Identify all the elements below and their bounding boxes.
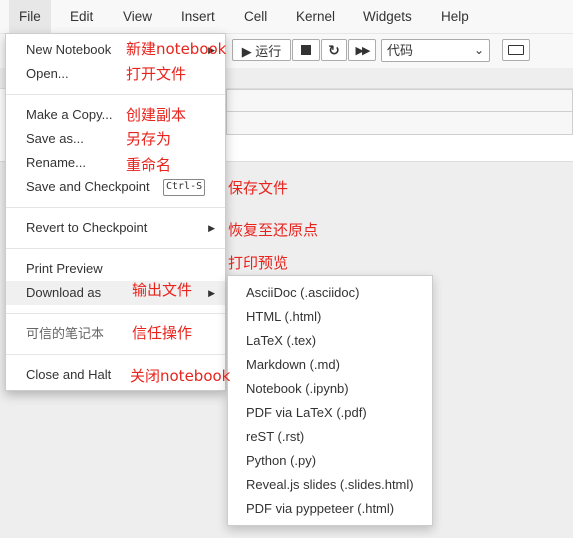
annotation-new-notebook: 新建notebook: [126, 40, 227, 58]
annotation-save-as: 另存为: [126, 130, 172, 148]
download-slides-label: Reveal.js slides (.slides.html): [246, 477, 414, 492]
stop-button[interactable]: [292, 39, 320, 61]
revert-checkpoint-label: Revert to Checkpoint: [26, 220, 148, 235]
download-as-item[interactable]: Download as ▶: [6, 281, 225, 305]
menu-edit[interactable]: Edit: [60, 0, 103, 33]
chevron-right-icon: ▶: [208, 223, 215, 233]
print-preview-item[interactable]: Print Preview: [6, 257, 225, 281]
annotation-print-preview: 打印预览: [228, 254, 289, 272]
trust-notebook-label: 可信的笔记本: [26, 326, 105, 341]
download-latex-label: LaTeX (.tex): [246, 333, 317, 348]
new-notebook-label: New Notebook: [26, 42, 112, 57]
annotation-rename: 重命名: [126, 156, 172, 174]
restart-icon: ↻: [328, 41, 340, 58]
chevron-right-icon: ▶: [208, 288, 215, 298]
menu-view[interactable]: View: [113, 0, 162, 33]
annotation-download: 输出文件: [132, 281, 193, 299]
download-slides-item[interactable]: Reveal.js slides (.slides.html): [228, 473, 432, 497]
revert-checkpoint-item[interactable]: Revert to Checkpoint ▶: [6, 216, 225, 240]
menu-widgets[interactable]: Widgets: [353, 0, 422, 33]
print-preview-label: Print Preview: [26, 261, 103, 276]
annotation-save: 保存文件: [228, 179, 289, 197]
menu-cell[interactable]: Cell: [234, 0, 277, 33]
menu-help[interactable]: Help: [431, 0, 479, 33]
make-copy-label: Make a Copy...: [26, 107, 113, 122]
annotation-make-copy: 创建副本: [126, 106, 187, 124]
download-python-label: Python (.py): [246, 453, 317, 468]
download-rest-item[interactable]: reST (.rst): [228, 425, 432, 449]
make-copy-item[interactable]: Make a Copy...: [6, 103, 225, 127]
download-submenu: AsciiDoc (.asciidoc) HTML (.html) LaTeX …: [227, 275, 433, 526]
download-notebook-label: Notebook (.ipynb): [246, 381, 349, 396]
download-notebook-item[interactable]: Notebook (.ipynb): [228, 377, 432, 401]
rename-item[interactable]: Rename...: [6, 151, 225, 175]
menu-bar: File Edit View Insert Cell Kernel Widget…: [0, 0, 573, 34]
download-pdf-latex-item[interactable]: PDF via LaTeX (.pdf): [228, 401, 432, 425]
stop-icon: [301, 45, 311, 55]
menu-divider: [6, 354, 225, 355]
download-pdf-pyppeteer-item[interactable]: PDF via pyppeteer (.html): [228, 497, 432, 521]
save-checkpoint-item[interactable]: Save and Checkpoint Ctrl-S: [6, 175, 225, 199]
shortcut-badge: Ctrl-S: [163, 179, 206, 196]
cell-input[interactable]: [226, 89, 573, 113]
file-menu: New Notebook ▶ Open... Make a Copy... Sav…: [5, 33, 226, 391]
run-button[interactable]: ▶ 运行: [232, 39, 291, 61]
download-python-item[interactable]: Python (.py): [228, 449, 432, 473]
save-as-label: Save as...: [26, 131, 84, 146]
download-latex-item[interactable]: LaTeX (.tex): [228, 329, 432, 353]
run-button-label: ▶ 运行: [241, 43, 282, 59]
download-pdf-pyppeteer-label: PDF via pyppeteer (.html): [246, 501, 395, 516]
annotation-open: 打开文件: [126, 65, 187, 83]
menu-divider: [6, 248, 225, 249]
download-asciidoc-item[interactable]: AsciiDoc (.asciidoc): [228, 281, 432, 305]
save-as-item[interactable]: Save as...: [6, 127, 225, 151]
download-markdown-item[interactable]: Markdown (.md): [228, 353, 432, 377]
close-halt-label: Close and Halt: [26, 367, 112, 382]
restart-run-all-button[interactable]: ▶▶: [348, 39, 376, 61]
trust-notebook-item[interactable]: 可信的笔记本: [6, 322, 225, 346]
menu-divider: [6, 313, 225, 314]
annotation-trust: 信任操作: [132, 324, 193, 342]
download-html-item[interactable]: HTML (.html): [228, 305, 432, 329]
save-checkpoint-label: Save and Checkpoint: [26, 179, 150, 194]
annotation-close-halt: 关闭notebook: [130, 367, 231, 385]
keyboard-icon: [508, 45, 524, 55]
open-item[interactable]: Open...: [6, 62, 225, 86]
rename-label: Rename...: [26, 155, 86, 170]
menu-divider: [6, 207, 225, 208]
command-palette-button[interactable]: [502, 39, 530, 61]
download-pdf-latex-label: PDF via LaTeX (.pdf): [246, 405, 367, 420]
menu-divider: [6, 94, 225, 95]
restart-button[interactable]: ↻: [321, 39, 347, 61]
cell-input[interactable]: [226, 111, 573, 135]
chevron-down-icon: ⌄: [473, 43, 484, 57]
download-html-label: HTML (.html): [246, 309, 322, 324]
menu-file[interactable]: File: [9, 0, 51, 33]
menu-kernel[interactable]: Kernel: [286, 0, 345, 33]
fast-forward-icon: ▶▶: [355, 44, 371, 57]
download-markdown-label: Markdown (.md): [246, 357, 340, 372]
download-rest-label: reST (.rst): [246, 429, 305, 444]
download-as-label: Download as: [26, 285, 102, 300]
cell-type-value: 代码: [387, 43, 414, 58]
menu-insert[interactable]: Insert: [171, 0, 225, 33]
annotation-revert: 恢复至还原点: [228, 221, 319, 239]
open-label: Open...: [26, 66, 69, 81]
cell-type-select[interactable]: 代码 ⌄: [381, 39, 490, 62]
download-asciidoc-label: AsciiDoc (.asciidoc): [246, 285, 360, 300]
